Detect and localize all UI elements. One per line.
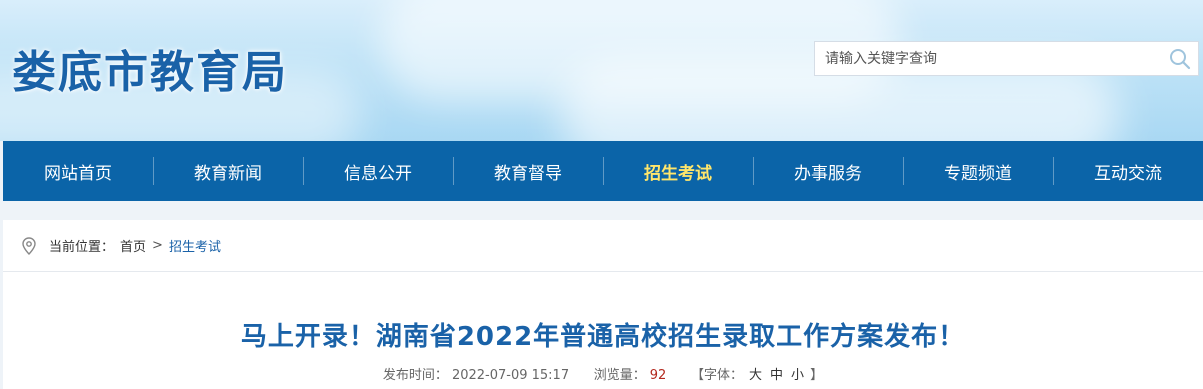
nav-item-interaction[interactable]: 互动交流 xyxy=(1053,141,1203,201)
nav-item-enrollment-exams[interactable]: 招生考试 xyxy=(603,141,753,201)
nav-item-services[interactable]: 办事服务 xyxy=(753,141,903,201)
nav-item-education-news[interactable]: 教育新闻 xyxy=(153,141,303,201)
breadcrumb-home-link[interactable]: 首页 xyxy=(120,236,146,255)
main-nav: 网站首页 教育新闻 信息公开 教育督导 招生考试 办事服务 专题频道 互动交流 xyxy=(3,141,1203,201)
site-title[interactable]: 娄底市教育局 xyxy=(12,36,288,100)
font-size-medium-button[interactable]: 中 xyxy=(770,368,783,383)
article-meta: 发布时间： 2022-07-09 15:17 浏览量： 92 【字体： 大中小】 xyxy=(3,364,1203,383)
nav-item-info-disclosure[interactable]: 信息公开 xyxy=(303,141,453,201)
font-size-close: 】 xyxy=(810,368,824,383)
views-label: 浏览量： xyxy=(593,368,646,383)
publish-time-label: 发布时间： xyxy=(382,368,448,383)
nav-item-education-supervision[interactable]: 教育督导 xyxy=(453,141,603,201)
site-header: 娄底市教育局 xyxy=(0,0,1203,141)
location-pin-icon xyxy=(22,236,36,255)
article-area: 马上开录！湖南省2022年普通高校招生录取工作方案发布！ 发布时间： 2022-0… xyxy=(3,272,1203,389)
search-input[interactable] xyxy=(815,42,1175,75)
search-icon xyxy=(1170,49,1191,70)
search-box xyxy=(814,41,1199,76)
search-button[interactable] xyxy=(1168,47,1192,71)
breadcrumb-prefix: 当前位置： xyxy=(49,240,115,255)
font-size-small-button[interactable]: 小 xyxy=(791,368,804,383)
views-count: 92 xyxy=(649,368,667,383)
font-size-open: 【字体： xyxy=(691,368,744,383)
nav-item-special-channels[interactable]: 专题频道 xyxy=(903,141,1053,201)
breadcrumb-current-link[interactable]: 招生考试 xyxy=(169,236,221,255)
publish-time: 2022-07-09 15:17 xyxy=(451,368,570,383)
font-size-large-button[interactable]: 大 xyxy=(749,368,762,383)
breadcrumb-separator: > xyxy=(152,238,163,253)
nav-item-home[interactable]: 网站首页 xyxy=(3,141,153,201)
article-title: 马上开录！湖南省2022年普通高校招生录取工作方案发布！ xyxy=(240,322,966,352)
breadcrumb: 当前位置： 首页 > 招生考试 xyxy=(3,220,1203,272)
